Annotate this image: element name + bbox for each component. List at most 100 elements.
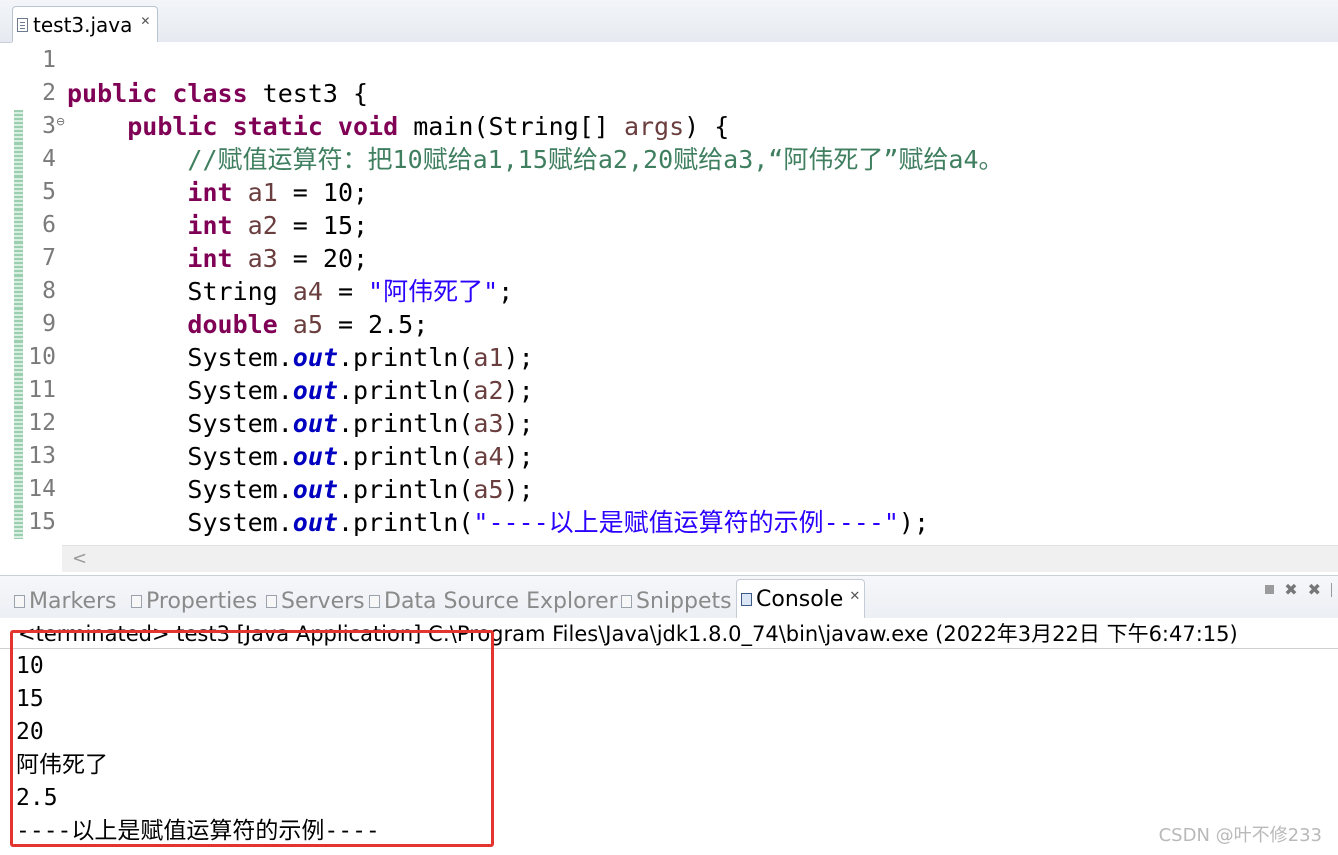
variable: a4 <box>473 442 504 471</box>
keyword: public class <box>67 79 248 108</box>
code-text: int a1 = 10; <box>67 176 368 209</box>
line-number: 2 <box>42 80 56 106</box>
code-text: double a5 = 2.5; <box>67 308 428 341</box>
variable: a4 <box>292 277 323 306</box>
tab-properties[interactable]: Properties <box>131 584 257 618</box>
remove-all-icon[interactable]: ✖ <box>1308 580 1321 599</box>
output-line: 15 <box>16 686 44 712</box>
close-icon[interactable]: ✕ <box>140 14 150 28</box>
system-ref: System. <box>187 409 293 438</box>
code-line-11: 11 System.out.println(a2); <box>12 374 1338 407</box>
code-line-6: 6 int a2 = 15; <box>12 209 1338 242</box>
code-line-2: 2 public class test3 { <box>12 77 1338 110</box>
comment: //赋值运算符：把10赋给a1,15赋给a2,20赋给a3,“阿伟死了”赋给a4… <box>187 145 1004 174</box>
variable: a2 <box>247 211 278 240</box>
properties-icon <box>131 594 142 608</box>
editor-tab-test3[interactable]: test3.java ✕ <box>12 6 158 42</box>
line-number: 7 <box>42 245 56 271</box>
console-toolbar: ✖ ✖ <box>1265 580 1338 599</box>
line-number: 12 <box>28 410 56 436</box>
system-ref: System. <box>187 442 293 471</box>
out-field: out <box>292 409 338 438</box>
tab-label: Snippets <box>636 588 732 614</box>
code-line-9: 9 double a5 = 2.5; <box>12 308 1338 341</box>
console-icon <box>741 593 752 606</box>
println-call: .println( <box>337 475 474 504</box>
code-line-4: 4 //赋值运算符：把10赋给a1,15赋给a2,20赋给a3,“阿伟死了”赋给… <box>12 143 1338 176</box>
line-number: 6 <box>42 212 56 238</box>
markers-icon <box>14 594 25 608</box>
code-line-8: 8 String a4 = "阿伟死了"; <box>12 275 1338 308</box>
line-number: 11 <box>28 377 56 403</box>
close-icon[interactable]: ✕ <box>849 589 860 604</box>
code-text: String a4 = "阿伟死了"; <box>67 275 513 308</box>
variable: a1 <box>473 343 504 372</box>
console-status-text: <terminated> test3 [Java Application] C:… <box>18 622 1238 646</box>
terminate-icon[interactable] <box>1265 585 1275 594</box>
code-rest: = 15; <box>277 211 369 240</box>
tab-markers[interactable]: Markers <box>14 584 117 618</box>
type-name: String <box>187 277 293 306</box>
line-number: 8 <box>42 278 56 304</box>
servers-icon <box>266 594 277 608</box>
code-text: public static void main(String[] args) { <box>67 110 729 143</box>
line-number: 4 <box>42 146 56 172</box>
println-call: .println( <box>337 343 474 372</box>
output-line: 阿伟死了 <box>16 752 108 778</box>
variable: args <box>623 112 685 141</box>
keyword: int <box>187 211 233 240</box>
keyword: int <box>187 178 233 207</box>
system-ref: System. <box>187 508 293 537</box>
line-number: 1 <box>42 47 56 73</box>
tab-label: Console <box>756 587 844 612</box>
tab-data-source-explorer[interactable]: Data Source Explorer <box>369 584 618 618</box>
code-text: public class test3 { <box>67 77 368 110</box>
tab-console[interactable]: Console ✕ <box>736 579 866 619</box>
code-line-10: 10 System.out.println(a1); <box>12 341 1338 374</box>
code-rest: test3 { <box>247 79 369 108</box>
code-tail: ) { <box>684 112 730 141</box>
console-output[interactable]: 10 15 20 阿伟死了 2.5 ----以上是赋值运算符的示例---- <box>0 650 1338 855</box>
line-number: 5 <box>42 179 56 205</box>
tab-servers[interactable]: Servers <box>266 584 365 618</box>
editor-tab-label: test3.java <box>33 12 133 37</box>
code-line-13: 13 System.out.println(a4); <box>12 440 1338 473</box>
out-field: out <box>292 343 338 372</box>
tab-label: Data Source Explorer <box>384 588 618 614</box>
output-line: 10 <box>16 653 44 679</box>
tab-snippets[interactable]: Snippets <box>621 584 732 618</box>
keyword: public static void <box>127 112 399 141</box>
system-ref: System. <box>187 343 293 372</box>
code-line-14: 14 System.out.println(a5); <box>12 473 1338 506</box>
code-text: System.out.println(a5); <box>67 473 533 506</box>
remove-launch-icon[interactable]: ✖ <box>1284 580 1297 599</box>
scroll-left-icon[interactable]: < <box>72 548 87 569</box>
code-editor[interactable]: 1 2 public class test3 { 3 ⊖ public stat… <box>12 42 1338 545</box>
code-text: System.out.println(a3); <box>67 407 534 440</box>
string-literal: "阿伟死了" <box>368 277 499 306</box>
string-literal: "----以上是赋值运算符的示例----" <box>473 508 899 537</box>
code-rest: ); <box>898 508 930 537</box>
code-rest: main(String[] <box>398 112 624 141</box>
code-rest: = 10; <box>277 178 369 207</box>
line-number: 14 <box>28 476 56 502</box>
code-text: System.out.println(a1); <box>67 341 533 374</box>
fold-toggle-icon[interactable]: ⊖ <box>56 115 65 128</box>
code-line-5: 5 int a1 = 10; <box>12 176 1338 209</box>
code-mid: = <box>322 277 369 306</box>
variable: a2 <box>473 376 504 405</box>
code-line-12: 12 System.out.println(a3); <box>12 407 1338 440</box>
line-number: 9 <box>42 311 56 337</box>
editor-horizontal-scrollbar[interactable]: < <box>62 545 1338 572</box>
code-text: int a2 = 15; <box>67 209 368 242</box>
editor-tab-bar: test3.java ✕ <box>0 0 1338 43</box>
code-text: System.out.println(a2); <box>67 374 533 407</box>
system-ref: System. <box>187 376 293 405</box>
code-line-3: 3 ⊖ public static void main(String[] arg… <box>12 110 1338 143</box>
keyword: int <box>187 244 233 273</box>
output-line: 2.5 <box>16 785 58 811</box>
variable: a5 <box>292 310 323 339</box>
tab-label: Servers <box>281 588 365 614</box>
system-ref: System. <box>187 475 293 504</box>
code-rest: ); <box>503 409 534 438</box>
